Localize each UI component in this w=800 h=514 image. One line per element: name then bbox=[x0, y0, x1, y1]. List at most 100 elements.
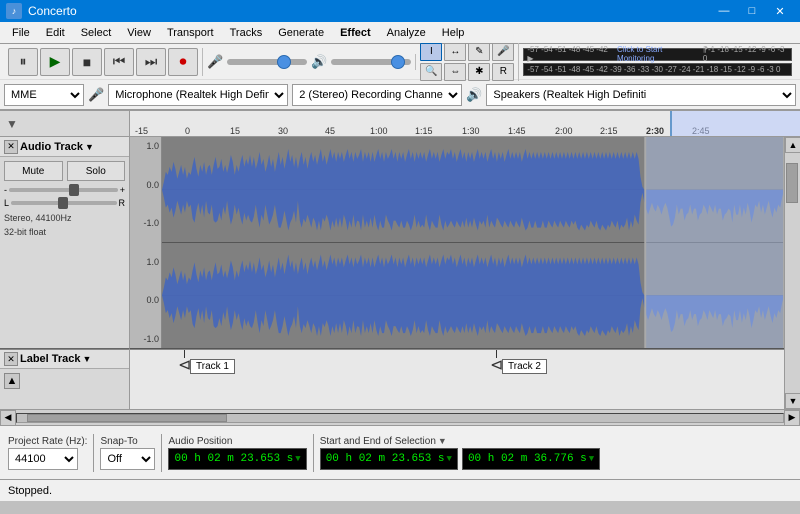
track-info: Stereo, 44100Hz 32-bit float bbox=[4, 212, 125, 239]
selection-tool[interactable]: I bbox=[420, 43, 442, 61]
play-button[interactable]: ▶ bbox=[40, 48, 70, 76]
menu-analyze[interactable]: Analyze bbox=[379, 22, 434, 44]
pan-slider[interactable] bbox=[11, 201, 116, 205]
selection-label: Start and End of Selection bbox=[320, 436, 436, 447]
mic-tool[interactable]: 🎤 bbox=[492, 43, 514, 61]
audio-pos-dropdown[interactable]: ▼ bbox=[295, 454, 300, 464]
microphone-icon: 🎤 bbox=[88, 87, 104, 103]
menu-effect[interactable]: Effect bbox=[332, 22, 379, 44]
app-title: Concerto bbox=[28, 4, 710, 18]
skip-fwd-button[interactable]: ⏭ bbox=[136, 48, 166, 76]
label-track-expand[interactable]: ▲ bbox=[4, 373, 20, 389]
waveform-display[interactable] bbox=[162, 137, 784, 348]
status-bar: Stopped. bbox=[0, 479, 800, 501]
vu-meter-bottom[interactable]: -57 -54 -51 -48 -45 -42 -39 -36 -33 -30 … bbox=[523, 63, 792, 76]
selection-dropdown[interactable]: ▼ bbox=[438, 436, 447, 446]
waveform-svg bbox=[162, 137, 784, 348]
timeline-left-space: ▼ bbox=[0, 111, 130, 136]
minimize-button[interactable]: — bbox=[710, 0, 738, 22]
close-button[interactable]: ✕ bbox=[766, 0, 794, 22]
maximize-button[interactable]: □ bbox=[738, 0, 766, 22]
waveform-container: 1.0 0.0 -1.0 1.0 0.0 -1.0 bbox=[130, 137, 784, 409]
audio-track-dropdown[interactable]: ▼ bbox=[85, 142, 94, 152]
audio-track-header-bar: ✕ Audio Track ▼ bbox=[0, 137, 129, 157]
envelope-tool[interactable]: ↔ bbox=[444, 43, 466, 61]
label-track-dropdown[interactable]: ▼ bbox=[83, 354, 92, 364]
gain-row: - + bbox=[4, 185, 125, 195]
project-rate-field: Project Rate (Hz): 44100 bbox=[8, 436, 87, 470]
separator1 bbox=[93, 434, 94, 472]
menu-view[interactable]: View bbox=[119, 22, 159, 44]
volume-controls: 🎤 🔊 bbox=[203, 54, 416, 70]
pan-thumb bbox=[58, 197, 68, 209]
label-track1: ⊲ Track 1 bbox=[178, 358, 235, 374]
channels-select[interactable]: 2 (Stereo) Recording Channels bbox=[292, 84, 462, 106]
draw-tool[interactable]: ✎ bbox=[468, 43, 490, 61]
pause-button[interactable]: ⏸ bbox=[8, 48, 38, 76]
selection-start-display[interactable]: 00 h 02 m 23.653 s ▼ bbox=[320, 448, 458, 470]
timeline-ruler[interactable]: -15 0 15 30 45 1:00 1:15 1:30 1:45 2:00 … bbox=[130, 111, 800, 136]
menu-select[interactable]: Select bbox=[73, 22, 120, 44]
audio-host-select[interactable]: MME bbox=[4, 84, 84, 106]
title-bar: ♪ Concerto — □ ✕ bbox=[0, 0, 800, 22]
output-volume-slider[interactable] bbox=[331, 59, 411, 65]
scroll-left-btn[interactable]: ◀ bbox=[0, 410, 16, 426]
pan-right-label: R bbox=[119, 198, 126, 208]
snap-to-select[interactable]: Off bbox=[100, 448, 155, 470]
menu-generate[interactable]: Generate bbox=[270, 22, 332, 44]
r-button[interactable]: R bbox=[492, 63, 514, 81]
solo-button[interactable]: Solo bbox=[67, 161, 126, 181]
pan-left-label: L bbox=[4, 198, 9, 208]
h-scroll-track[interactable] bbox=[16, 413, 784, 423]
input-volume-slider[interactable] bbox=[227, 59, 307, 65]
menu-file[interactable]: File bbox=[4, 22, 38, 44]
record-button[interactable]: ⏺ bbox=[168, 48, 198, 76]
gain-thumb bbox=[69, 184, 79, 196]
vu-meter-top[interactable]: -57 -54 -51 -48 -45 -42 ▶ Click to Start… bbox=[523, 48, 792, 61]
menu-help[interactable]: Help bbox=[434, 22, 473, 44]
label-track-panel: ✕ Label Track ▼ ▲ bbox=[0, 349, 130, 409]
audio-track-close[interactable]: ✕ bbox=[4, 140, 18, 154]
device-selectors: MME 🎤 Microphone (Realtek High Defini 2 … bbox=[0, 80, 800, 110]
timeshift-tool[interactable]: ⇔ bbox=[444, 63, 466, 81]
menu-transport[interactable]: Transport bbox=[159, 22, 222, 44]
label-track-display: ⊲ Track 1 ⊲ Track 2 bbox=[130, 349, 784, 409]
menu-edit[interactable]: Edit bbox=[38, 22, 73, 44]
gain-slider[interactable] bbox=[9, 188, 118, 192]
selection-time-displays: 00 h 02 m 23.653 s ▼ 00 h 02 m 36.776 s … bbox=[320, 448, 792, 470]
audio-track-name: Audio Track bbox=[20, 141, 83, 153]
stop-button[interactable]: ■ bbox=[72, 48, 102, 76]
project-rate-select[interactable]: 44100 bbox=[8, 448, 78, 470]
v-scroll-track[interactable] bbox=[785, 153, 800, 393]
snap-to-label: Snap-To bbox=[100, 436, 155, 447]
h-scroll-thumb[interactable] bbox=[27, 414, 227, 422]
menu-tracks[interactable]: Tracks bbox=[222, 22, 271, 44]
scroll-down-btn[interactable]: ▼ bbox=[785, 393, 800, 409]
skip-back-button[interactable]: ⏮ bbox=[104, 48, 134, 76]
window-controls: — □ ✕ bbox=[710, 0, 794, 22]
mute-solo-buttons: Mute Solo bbox=[4, 161, 125, 181]
output-device-select[interactable]: Speakers (Realtek High Definiti bbox=[486, 84, 796, 106]
h-scrollbar[interactable]: ◀ ▶ bbox=[0, 409, 800, 425]
input-device-select[interactable]: Microphone (Realtek High Defini bbox=[108, 84, 288, 106]
mute-button[interactable]: Mute bbox=[4, 161, 63, 181]
audio-position-label: Audio Position bbox=[168, 436, 306, 447]
track-panel: ✕ Audio Track ▼ Mute Solo - + bbox=[0, 137, 130, 409]
audio-position-display[interactable]: 00 h 02 m 23.653 s ▼ bbox=[168, 448, 306, 470]
project-rate-label: Project Rate (Hz): bbox=[8, 436, 87, 447]
selection-end-display[interactable]: 00 h 02 m 36.776 s ▼ bbox=[462, 448, 600, 470]
v-scroll-thumb[interactable] bbox=[786, 163, 798, 203]
zoom-tool[interactable]: 🔍 bbox=[420, 63, 442, 81]
scroll-up-btn[interactable]: ▲ bbox=[785, 137, 800, 153]
label-track-close[interactable]: ✕ bbox=[4, 352, 18, 366]
gain-minus: - bbox=[4, 185, 7, 195]
scroll-right-btn[interactable]: ▶ bbox=[784, 410, 800, 426]
separator2 bbox=[161, 434, 162, 472]
multi-tool[interactable]: ✱ bbox=[468, 63, 490, 81]
v-scrollbar[interactable]: ▲ ▼ bbox=[784, 137, 800, 409]
label-track2: ⊲ Track 2 bbox=[490, 358, 547, 374]
label2-text: Track 2 bbox=[502, 359, 547, 374]
audio-track-panel: ✕ Audio Track ▼ Mute Solo - + bbox=[0, 137, 130, 349]
timeline-ruler-container: ▼ -15 0 15 30 45 1:00 1:15 1:30 1:45 2:0… bbox=[0, 111, 800, 137]
output-speaker-icon: 🔊 bbox=[466, 87, 482, 103]
